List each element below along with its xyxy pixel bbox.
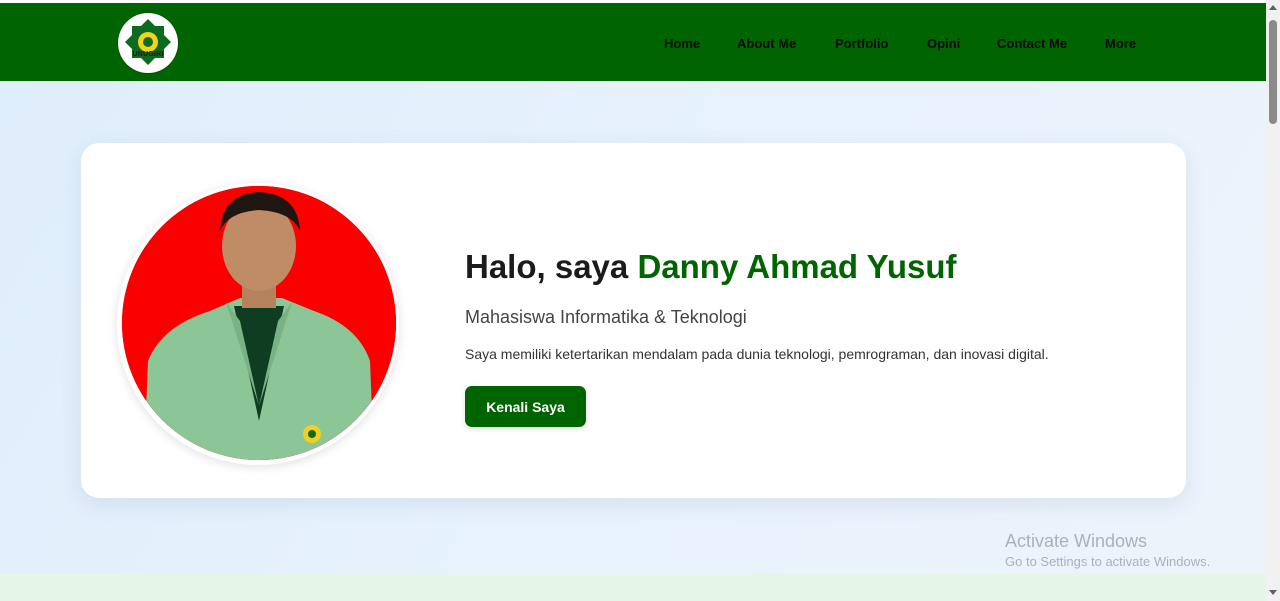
hero-title: Halo, saya Danny Ahmad Yusuf [465, 248, 957, 286]
vertical-scrollbar[interactable] [1266, 0, 1280, 601]
logo-emblem-icon [125, 19, 171, 65]
nav-contact-me[interactable]: Contact Me [997, 36, 1067, 51]
scroll-down-arrow-icon[interactable] [1269, 590, 1277, 595]
nav-about-me[interactable]: About Me [737, 36, 796, 51]
nav-portfolio[interactable]: Portfolio [835, 36, 888, 51]
navbar: UNUGIRI Home About Me Portfolio Opini Co… [0, 3, 1266, 81]
scroll-up-arrow-icon[interactable] [1269, 5, 1277, 10]
next-section-band [0, 574, 1266, 601]
person-portrait-icon [122, 186, 396, 460]
nav-opini[interactable]: Opini [927, 36, 960, 51]
hero-name: Danny Ahmad Yusuf [637, 248, 957, 285]
activate-windows-subtitle: Go to Settings to activate Windows. [1005, 554, 1211, 569]
hero-description: Saya memiliki ketertarikan mendalam pada… [465, 346, 1049, 362]
profile-photo [122, 186, 396, 460]
activate-windows-title: Activate Windows [1005, 531, 1148, 551]
hero-greeting: Halo, saya [465, 248, 629, 285]
hero-subtitle: Mahasiswa Informatika & Teknologi [465, 307, 747, 327]
university-logo[interactable]: UNUGIRI [118, 13, 178, 73]
windows-activation-watermark: Activate Windows Go to Settings to activ… [1005, 531, 1210, 569]
scrollbar-thumb[interactable] [1269, 20, 1277, 124]
nav-more[interactable]: More [1105, 36, 1136, 51]
nav-home[interactable]: Home [664, 36, 700, 51]
kenali-saya-button[interactable]: Kenali Saya [465, 386, 586, 427]
logo-text: UNUGIRI [132, 51, 164, 58]
